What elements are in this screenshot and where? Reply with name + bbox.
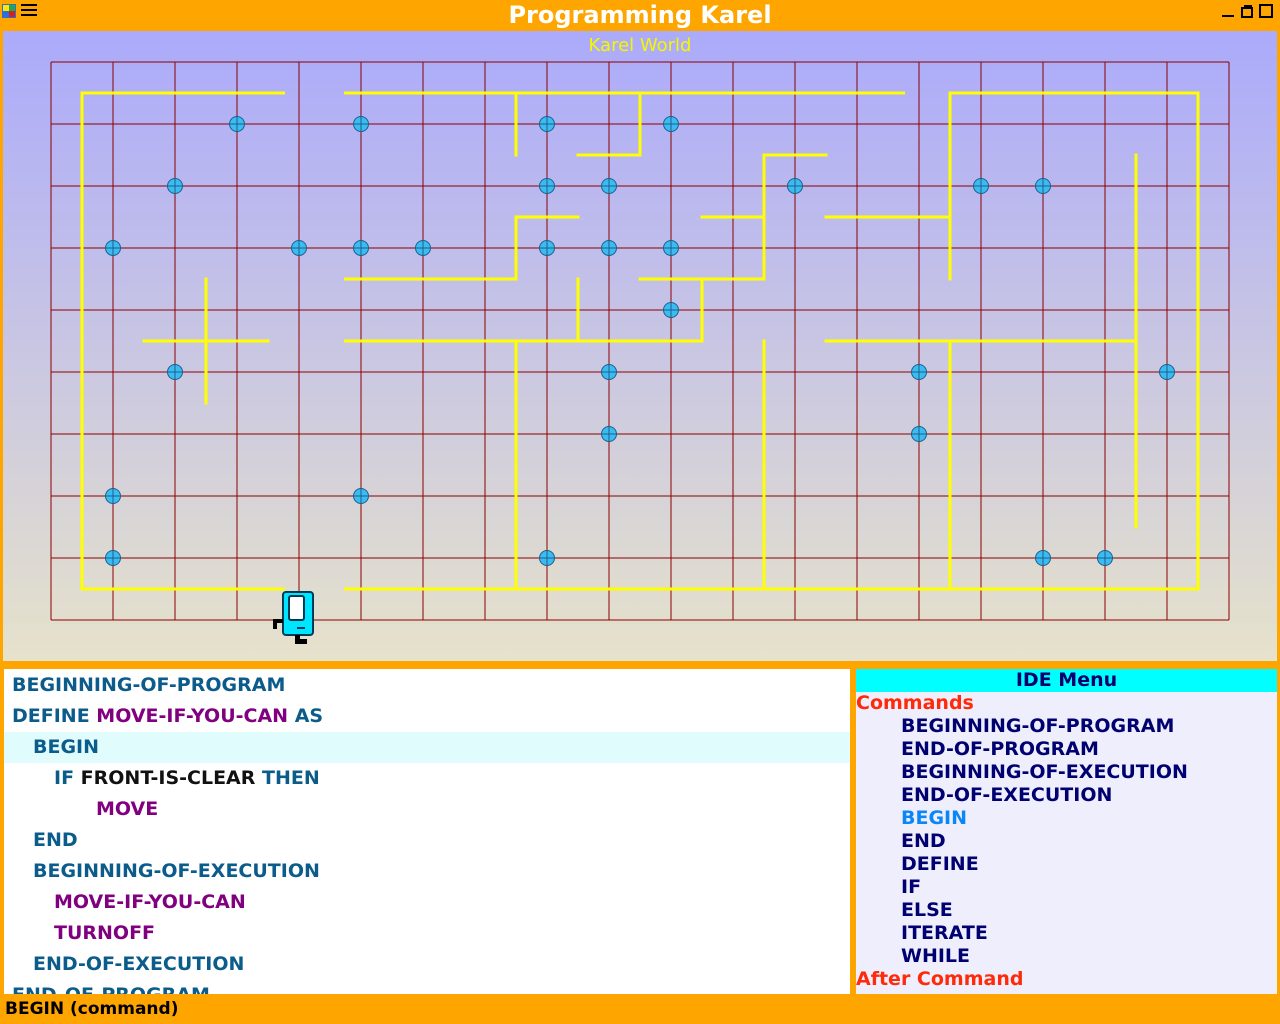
ide-menu-title: IDE Menu	[856, 669, 1277, 692]
code-keyword: END-OF-EXECUTION	[33, 953, 245, 975]
menu-item-if[interactable]: IF	[856, 876, 1277, 899]
code-keyword: DEFINE	[12, 705, 97, 727]
code-editor[interactable]: BEGINNING-OF-PROGRAM DEFINE MOVE-IF-YOU-C…	[4, 669, 850, 994]
menu-item-end[interactable]: END	[856, 830, 1277, 853]
restore-icon[interactable]	[1239, 3, 1255, 19]
code-keyword: BEGIN	[33, 736, 100, 758]
beeper	[353, 116, 369, 132]
code-line[interactable]: TURNOFF	[4, 918, 850, 949]
status-text: BEGIN (command)	[5, 999, 179, 1019]
commands-heading: Commands	[856, 692, 974, 714]
beeper	[601, 178, 617, 194]
menu-item-end-of-execution[interactable]: END-OF-EXECUTION	[856, 784, 1277, 807]
menu-item-begin[interactable]: BEGIN	[856, 807, 1277, 830]
code-identifier: MOVE-IF-YOU-CAN	[54, 891, 246, 913]
code-keyword: END-OF-PROGRAM	[12, 984, 210, 994]
code-line[interactable]: END	[4, 825, 850, 856]
status-bar: BEGIN (command)	[0, 996, 1280, 1024]
code-identifier: MOVE-IF-YOU-CAN	[96, 705, 289, 727]
beeper	[1159, 364, 1175, 380]
code-line[interactable]: BEGIN	[4, 732, 850, 763]
karel-robot-icon	[273, 591, 314, 644]
beeper	[1035, 178, 1051, 194]
beeper	[973, 178, 989, 194]
menu-item-define[interactable]: DEFINE	[856, 853, 1277, 876]
beeper	[663, 116, 679, 132]
menu-item-else[interactable]: ELSE	[856, 899, 1277, 922]
menu-item-iterate[interactable]: ITERATE	[856, 922, 1277, 945]
code-keyword: BEGINNING-OF-PROGRAM	[12, 674, 286, 696]
beeper	[539, 550, 555, 566]
beeper	[601, 240, 617, 256]
beeper	[539, 240, 555, 256]
ide-menu-panel: IDE Menu Commands BEGINNING-OF-PROGRAM EN…	[856, 669, 1277, 994]
code-keyword: IF	[54, 767, 81, 789]
karel-world-panel: Karel World	[3, 31, 1277, 661]
menu-item-beginning-of-program[interactable]: BEGINNING-OF-PROGRAM	[856, 715, 1277, 738]
beeper	[1035, 550, 1051, 566]
beeper	[167, 178, 183, 194]
code-line[interactable]: MOVE	[4, 794, 850, 825]
beeper	[911, 426, 927, 442]
menu-item-end-of-program[interactable]: END-OF-PROGRAM	[856, 738, 1277, 761]
beeper	[601, 426, 617, 442]
beeper	[539, 116, 555, 132]
world-title: Karel World	[588, 35, 692, 56]
minimize-icon[interactable]	[1220, 3, 1236, 19]
beeper	[415, 240, 431, 256]
code-identifier: MOVE	[96, 798, 159, 820]
code-identifier: TURNOFF	[54, 922, 156, 944]
beeper	[1097, 550, 1113, 566]
code-line[interactable]: DEFINE MOVE-IF-YOU-CAN AS	[4, 701, 850, 732]
menu-item-beginning-of-execution[interactable]: BEGINNING-OF-EXECUTION	[856, 761, 1277, 784]
beeper	[105, 488, 121, 504]
beeper	[663, 302, 679, 318]
code-line[interactable]: IF FRONT-IS-CLEAR THEN	[4, 763, 850, 794]
window-title: Programming Karel	[508, 1, 772, 29]
code-line[interactable]: BEGINNING-OF-PROGRAM	[4, 670, 850, 701]
code-keyword: THEN	[255, 767, 320, 789]
title-bar: Programming Karel	[0, 0, 1280, 31]
beeper	[105, 240, 121, 256]
beeper	[229, 116, 245, 132]
code-line[interactable]: BEGINNING-OF-EXECUTION	[4, 856, 850, 887]
beeper	[105, 550, 121, 566]
world-canvas	[50, 61, 1230, 644]
code-keyword: END	[33, 829, 78, 851]
code-condition: FRONT-IS-CLEAR	[80, 767, 256, 789]
beeper	[353, 488, 369, 504]
beeper	[787, 178, 803, 194]
beeper	[663, 240, 679, 256]
code-line[interactable]: MOVE-IF-YOU-CAN	[4, 887, 850, 918]
code-line[interactable]: END-OF-EXECUTION	[4, 949, 850, 980]
beeper	[539, 178, 555, 194]
maximize-icon[interactable]	[1258, 3, 1274, 19]
menu-item-while[interactable]: WHILE	[856, 945, 1277, 968]
beeper	[911, 364, 927, 380]
code-line[interactable]: END-OF-PROGRAM	[4, 980, 850, 994]
beeper	[291, 240, 307, 256]
beeper	[353, 240, 369, 256]
beeper	[167, 364, 183, 380]
beeper	[601, 364, 617, 380]
after-command-heading: After Command	[856, 968, 1024, 990]
code-keyword: BEGINNING-OF-EXECUTION	[33, 860, 320, 882]
code-keyword: AS	[288, 705, 324, 727]
